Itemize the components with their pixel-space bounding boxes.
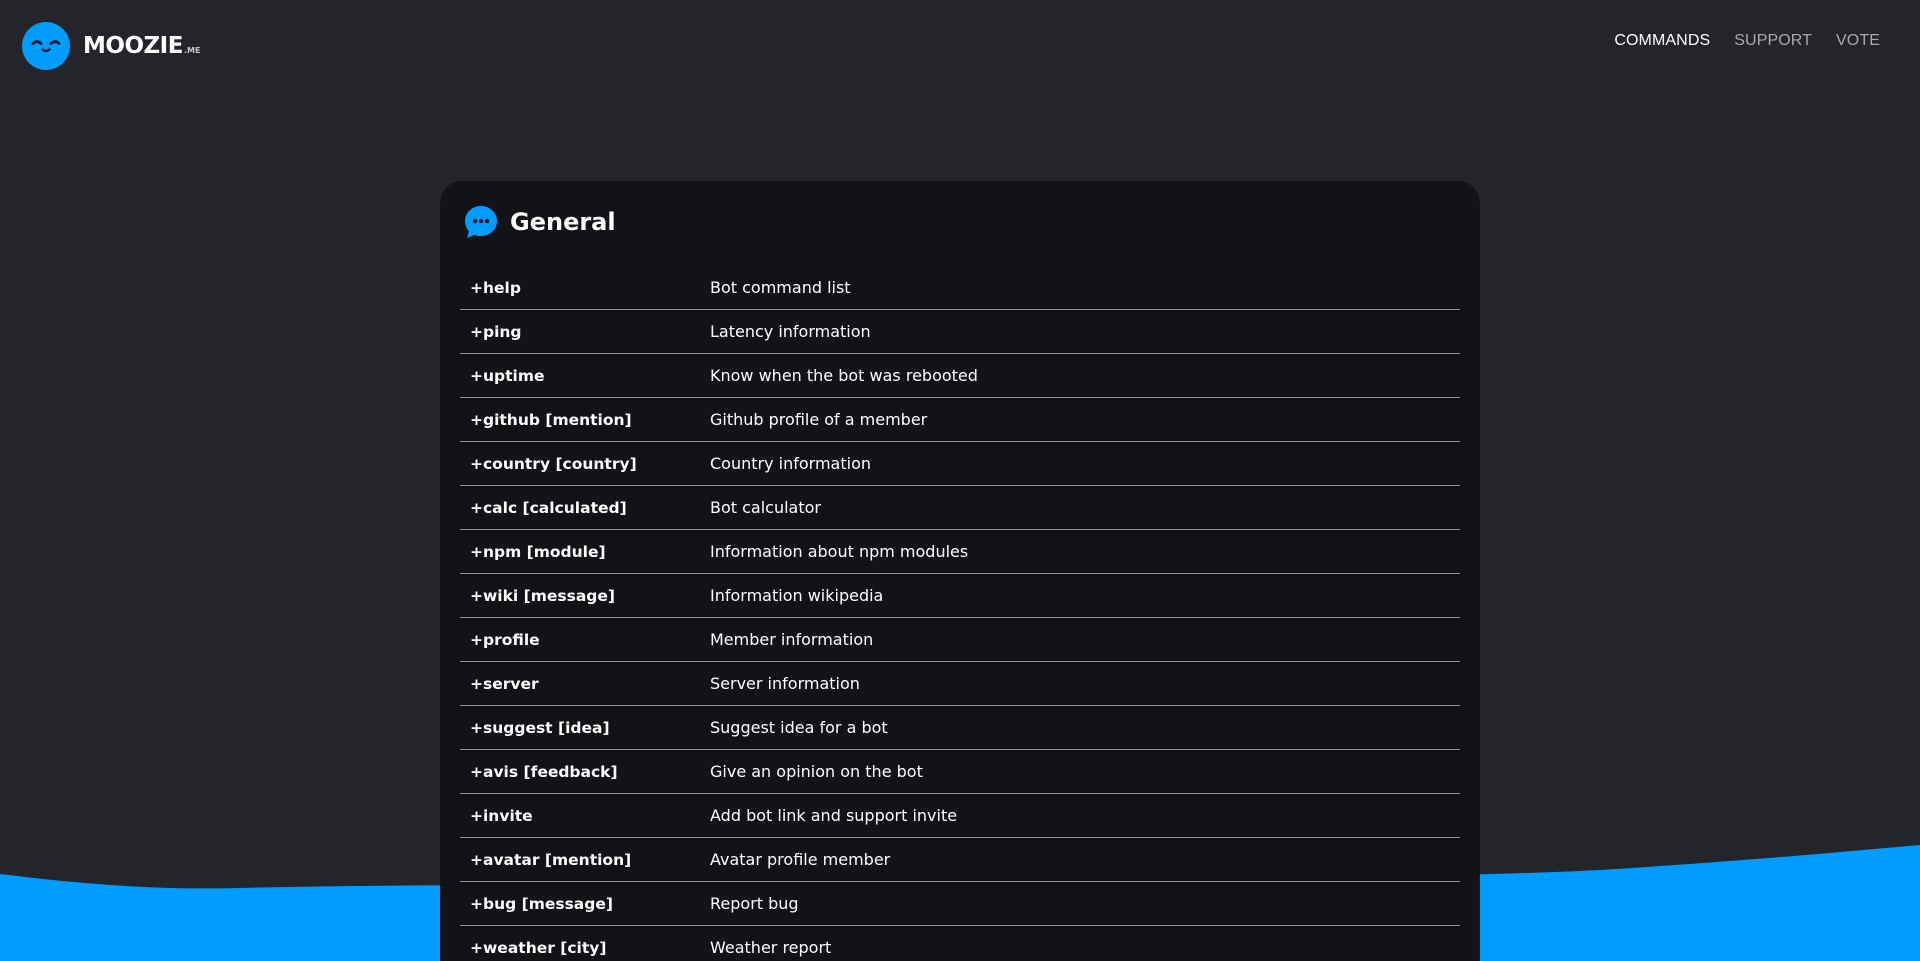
command-description: Give an opinion on the bot [710,762,923,781]
nav-vote-link[interactable]: VOTE [1836,32,1880,50]
table-row: +wiki [message] Information wikipedia [460,574,1460,618]
brand-name: MOOZIE [83,32,183,59]
table-row: +country [country] Country information [460,442,1460,486]
table-row: +bug [message] Report bug [460,882,1460,926]
command-name: +calc [calculated] [470,498,627,517]
brand-suffix: .ME [183,46,201,55]
table-row: +calc [calculated] Bot calculator [460,486,1460,530]
section-title: General [510,208,616,236]
command-description: Suggest idea for a bot [710,718,888,737]
nav-commands-link[interactable]: COMMANDS [1614,32,1710,50]
table-row: +avis [feedback] Give an opinion on the … [460,750,1460,794]
command-description: Country information [710,454,871,473]
table-row: +invite Add bot link and support invite [460,794,1460,838]
command-description: Latency information [710,322,871,341]
command-description: Github profile of a member [710,410,928,429]
table-row: +ping Latency information [460,310,1460,354]
command-name: +invite [470,806,533,825]
command-name: +npm [module] [470,542,606,561]
brand-home-link[interactable]: MOOZIE .ME [22,22,200,70]
command-name: +avis [feedback] [470,762,618,781]
command-name: +uptime [470,366,545,385]
command-description: Bot calculator [710,498,821,517]
table-row: +npm [module] Information about npm modu… [460,530,1460,574]
command-name: +suggest [idea] [470,718,610,737]
command-name: +server [470,674,539,693]
top-bar: MOOZIE .ME COMMANDS SUPPORT VOTE [0,0,1920,92]
table-row: +uptime Know when the bot was rebooted [460,354,1460,398]
commands-table: +help Bot command list +ping Latency inf… [460,266,1460,961]
table-row: +avatar [mention] Avatar profile member [460,838,1460,882]
table-row: +github [mention] Github profile of a me… [460,398,1460,442]
table-row: +server Server information [460,662,1460,706]
command-description: Report bug [710,894,799,913]
commands-card: General +help Bot command list +ping Lat… [440,181,1480,961]
table-row: +suggest [idea] Suggest idea for a bot [460,706,1460,750]
table-row: +profile Member information [460,618,1460,662]
command-description: Bot command list [710,278,851,297]
command-name: +ping [470,322,522,341]
command-name: +github [mention] [470,410,632,429]
command-description: Add bot link and support invite [710,806,958,825]
main-nav: COMMANDS SUPPORT VOTE [1614,32,1880,50]
command-name: +avatar [mention] [470,850,632,869]
section-header: General [464,205,616,239]
command-description: Server information [710,674,860,693]
table-row: +weather [city] Weather report [460,926,1460,961]
command-name: +country [country] [470,454,637,473]
command-name: +bug [message] [470,894,613,913]
command-name: +weather [city] [470,938,607,957]
command-description: Weather report [710,938,832,957]
command-description: Know when the bot was rebooted [710,366,978,385]
command-description: Information wikipedia [710,586,884,605]
command-description: Member information [710,630,874,649]
table-row: +help Bot command list [460,266,1460,310]
command-description: Avatar profile member [710,850,891,869]
page: MOOZIE .ME COMMANDS SUPPORT VOTE General… [0,0,1920,961]
smiley-face-icon [22,22,70,70]
chat-bubble-icon [465,206,497,238]
command-name: +help [470,278,521,297]
command-name: +profile [470,630,540,649]
nav-support-link[interactable]: SUPPORT [1734,32,1812,50]
command-description: Information about npm modules [710,542,969,561]
command-name: +wiki [message] [470,586,615,605]
